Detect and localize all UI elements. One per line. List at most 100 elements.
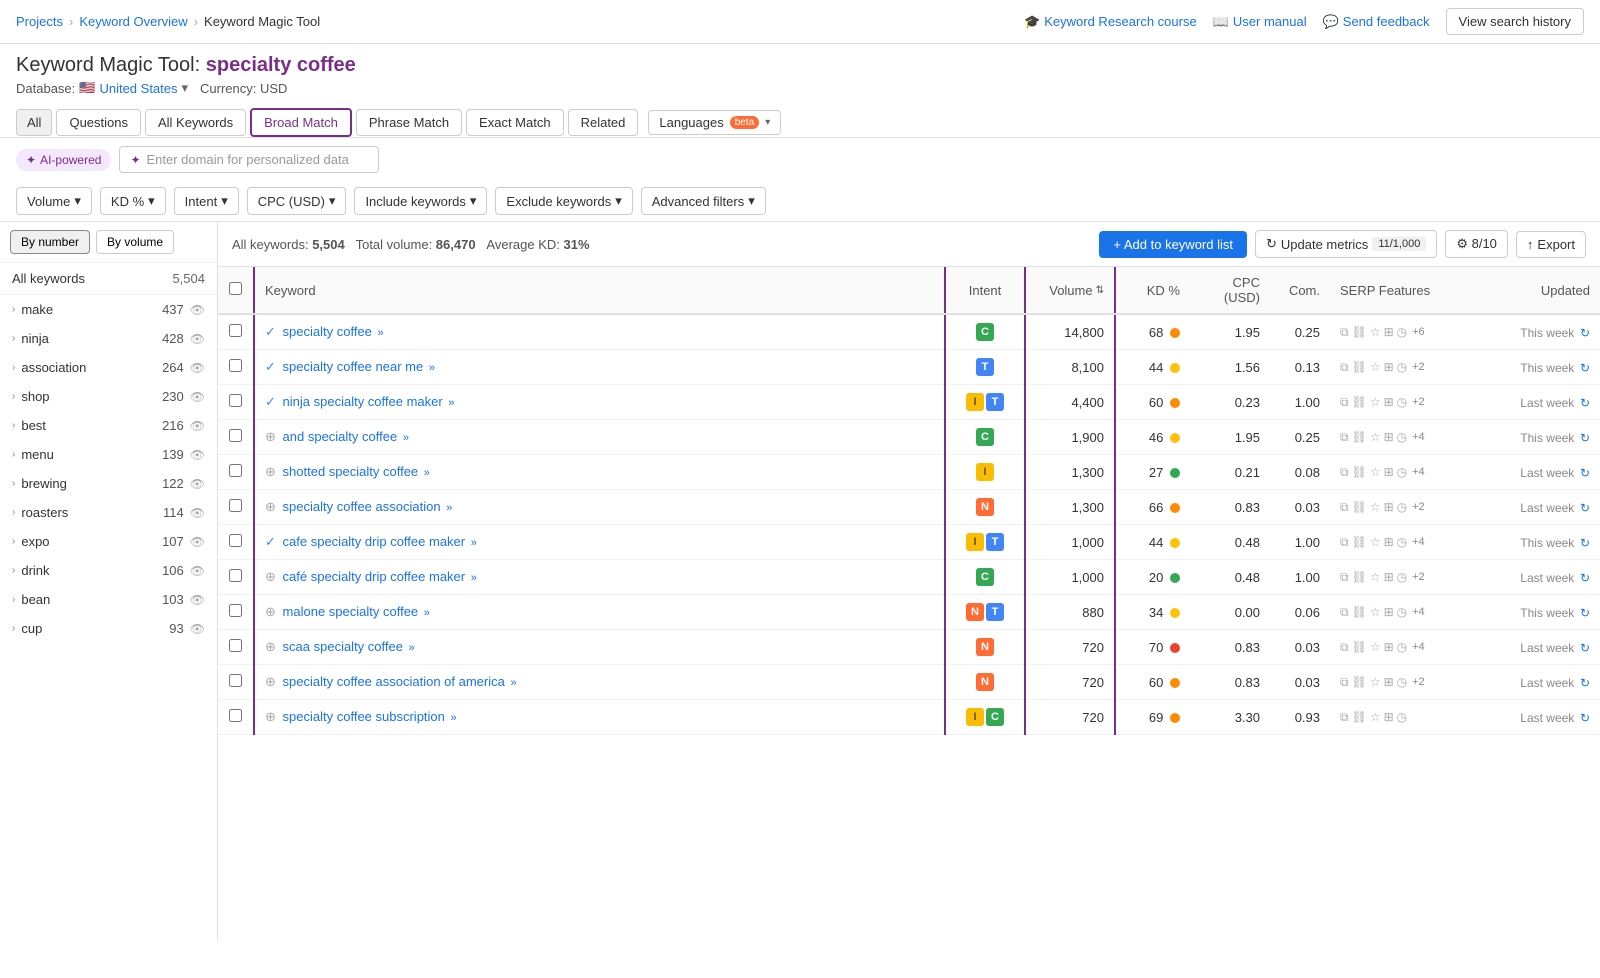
row-checkbox[interactable] xyxy=(229,359,242,372)
tab-all[interactable]: All xyxy=(16,109,52,136)
export-button[interactable]: ↑ Export xyxy=(1516,231,1586,258)
row-checkbox[interactable] xyxy=(229,324,242,337)
row-checkbox-cell[interactable] xyxy=(218,314,254,350)
keyword-link[interactable]: malone specialty coffee xyxy=(283,604,419,619)
eye-icon[interactable]: 👁 xyxy=(190,593,205,607)
keyword-link[interactable]: specialty coffee subscription xyxy=(283,709,445,724)
row-refresh-icon[interactable]: ↻ xyxy=(1580,606,1590,620)
sidebar-item[interactable]: › best 216 👁 xyxy=(0,411,217,440)
sort-by-volume-button[interactable]: By volume xyxy=(96,230,174,254)
row-checkbox-cell[interactable] xyxy=(218,385,254,420)
tab-exact-match[interactable]: Exact Match xyxy=(466,109,564,136)
database-link[interactable]: United States xyxy=(99,81,177,96)
eye-icon[interactable]: 👁 xyxy=(190,332,205,346)
row-refresh-icon[interactable]: ↻ xyxy=(1580,396,1590,410)
eye-icon[interactable]: 👁 xyxy=(190,535,205,549)
row-checkbox-cell[interactable] xyxy=(218,595,254,630)
dropdown-icon[interactable]: ▾ xyxy=(182,80,189,96)
keyword-link[interactable]: and specialty coffee xyxy=(283,429,398,444)
tab-phrase-match[interactable]: Phrase Match xyxy=(356,109,462,136)
keyword-link[interactable]: specialty coffee near me xyxy=(283,359,424,374)
row-refresh-icon[interactable]: ↻ xyxy=(1580,466,1590,480)
eye-icon[interactable]: 👁 xyxy=(190,448,205,462)
row-checkbox[interactable] xyxy=(229,709,242,722)
eye-icon[interactable]: 👁 xyxy=(190,390,205,404)
row-refresh-icon[interactable]: ↻ xyxy=(1580,571,1590,585)
keyword-link[interactable]: specialty coffee xyxy=(283,324,372,339)
sidebar-item[interactable]: › menu 139 👁 xyxy=(0,440,217,469)
breadcrumb-overview[interactable]: Keyword Overview xyxy=(79,14,187,29)
row-refresh-icon[interactable]: ↻ xyxy=(1580,361,1590,375)
eye-icon[interactable]: 👁 xyxy=(190,361,205,375)
user-manual-link[interactable]: 📖 User manual xyxy=(1213,14,1307,30)
keyword-link[interactable]: shotted specialty coffee xyxy=(283,464,419,479)
row-checkbox[interactable] xyxy=(229,534,242,547)
row-refresh-icon[interactable]: ↻ xyxy=(1580,536,1590,550)
row-checkbox[interactable] xyxy=(229,429,242,442)
row-checkbox-cell[interactable] xyxy=(218,455,254,490)
row-checkbox[interactable] xyxy=(229,639,242,652)
row-checkbox-cell[interactable] xyxy=(218,420,254,455)
row-checkbox-cell[interactable] xyxy=(218,665,254,700)
tab-questions[interactable]: Questions xyxy=(56,109,141,136)
sidebar-item[interactable]: › cup 93 👁 xyxy=(0,614,217,643)
row-checkbox-cell[interactable] xyxy=(218,350,254,385)
keyword-link[interactable]: ninja specialty coffee maker xyxy=(283,394,443,409)
row-checkbox[interactable] xyxy=(229,604,242,617)
cpc-filter[interactable]: CPC (USD) ▾ xyxy=(247,187,347,215)
breadcrumb-projects[interactable]: Projects xyxy=(16,14,63,29)
domain-input[interactable]: ✦ Enter domain for personalized data xyxy=(119,146,379,173)
send-feedback-link[interactable]: 💬 Send feedback xyxy=(1323,14,1430,30)
sidebar-item[interactable]: › bean 103 👁 xyxy=(0,585,217,614)
sidebar-item[interactable]: › ninja 428 👁 xyxy=(0,324,217,353)
sidebar-item[interactable]: › make 437 👁 xyxy=(0,295,217,324)
eye-icon[interactable]: 👁 xyxy=(190,419,205,433)
row-checkbox-cell[interactable] xyxy=(218,490,254,525)
update-metrics-button[interactable]: ↻ Update metrics 11/1,000 xyxy=(1255,230,1437,258)
row-checkbox[interactable] xyxy=(229,674,242,687)
kd-filter[interactable]: KD % ▾ xyxy=(100,187,166,215)
add-to-keyword-list-button[interactable]: + Add to keyword list xyxy=(1099,231,1247,258)
keyword-link[interactable]: specialty coffee association xyxy=(283,499,441,514)
row-refresh-icon[interactable]: ↻ xyxy=(1580,501,1590,515)
keyword-course-link[interactable]: 🎓 Keyword Research course xyxy=(1024,14,1197,30)
row-checkbox-cell[interactable] xyxy=(218,630,254,665)
row-checkbox[interactable] xyxy=(229,569,242,582)
row-checkbox-cell[interactable] xyxy=(218,700,254,735)
keyword-link[interactable]: cafe specialty drip coffee maker xyxy=(283,534,466,549)
sort-by-number-button[interactable]: By number xyxy=(10,230,90,254)
tab-all-keywords[interactable]: All Keywords xyxy=(145,109,246,136)
sidebar-item[interactable]: › association 264 👁 xyxy=(0,353,217,382)
row-checkbox[interactable] xyxy=(229,499,242,512)
keyword-link[interactable]: café specialty drip coffee maker xyxy=(283,569,466,584)
row-refresh-icon[interactable]: ↻ xyxy=(1580,641,1590,655)
row-refresh-icon[interactable]: ↻ xyxy=(1580,431,1590,445)
row-refresh-icon[interactable]: ↻ xyxy=(1580,326,1590,340)
sidebar-item[interactable]: › brewing 122 👁 xyxy=(0,469,217,498)
row-checkbox[interactable] xyxy=(229,464,242,477)
intent-filter[interactable]: Intent ▾ xyxy=(174,187,239,215)
eye-icon[interactable]: 👁 xyxy=(190,622,205,636)
eye-icon[interactable]: 👁 xyxy=(190,506,205,520)
eye-icon[interactable]: 👁 xyxy=(190,564,205,578)
tab-related[interactable]: Related xyxy=(568,109,639,136)
languages-dropdown[interactable]: Languages beta ▾ xyxy=(648,110,781,135)
view-history-button[interactable]: View search history xyxy=(1446,8,1584,35)
eye-icon[interactable]: 👁 xyxy=(190,303,205,317)
sidebar-item[interactable]: › drink 106 👁 xyxy=(0,556,217,585)
select-all-checkbox[interactable] xyxy=(229,282,242,295)
exclude-keywords-filter[interactable]: Exclude keywords ▾ xyxy=(495,187,632,215)
sidebar-item[interactable]: › shop 230 👁 xyxy=(0,382,217,411)
include-keywords-filter[interactable]: Include keywords ▾ xyxy=(354,187,487,215)
tab-broad-match[interactable]: Broad Match xyxy=(250,108,352,137)
volume-filter[interactable]: Volume ▾ xyxy=(16,187,92,215)
settings-button[interactable]: ⚙ 8/10 xyxy=(1445,230,1508,258)
row-checkbox-cell[interactable] xyxy=(218,525,254,560)
sidebar-item[interactable]: › expo 107 👁 xyxy=(0,527,217,556)
row-refresh-icon[interactable]: ↻ xyxy=(1580,711,1590,725)
advanced-filters[interactable]: Advanced filters ▾ xyxy=(641,187,766,215)
keyword-link[interactable]: specialty coffee association of america xyxy=(283,674,505,689)
keyword-link[interactable]: scaa specialty coffee xyxy=(283,639,403,654)
col-header-volume[interactable]: Volume ⇅ xyxy=(1025,267,1115,314)
row-checkbox-cell[interactable] xyxy=(218,560,254,595)
